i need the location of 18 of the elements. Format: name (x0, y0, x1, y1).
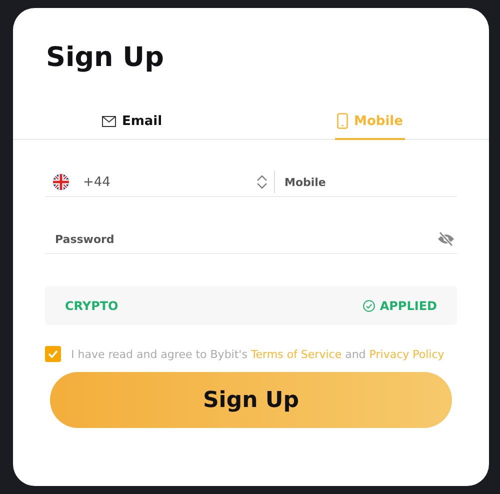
agree-checkbox[interactable] (45, 346, 61, 362)
envelope-icon (102, 116, 116, 126)
checkmark-icon (48, 350, 58, 358)
page-title: Sign Up (46, 41, 165, 75)
flag-icon (53, 174, 69, 190)
chevron-updown-icon[interactable] (256, 175, 268, 189)
mobile-input[interactable]: Mobile (284, 176, 457, 188)
phone-field[interactable]: +44 Mobile (45, 168, 457, 197)
referral-code: CRYPTO (65, 298, 118, 312)
applied-status: APPLIED (380, 298, 437, 312)
country-code[interactable]: +44 (83, 174, 256, 190)
check-circle-icon (362, 300, 375, 312)
password-field[interactable]: Password (45, 232, 437, 246)
tab[interactable]: Email (13, 104, 251, 139)
agreement-text: I have read and agree to Bybit's Terms of Service and Privacy Policy (71, 348, 444, 360)
signup-button[interactable]: Sign Up (50, 372, 452, 428)
phone-icon (337, 113, 348, 129)
eye-off-icon[interactable] (437, 231, 455, 247)
